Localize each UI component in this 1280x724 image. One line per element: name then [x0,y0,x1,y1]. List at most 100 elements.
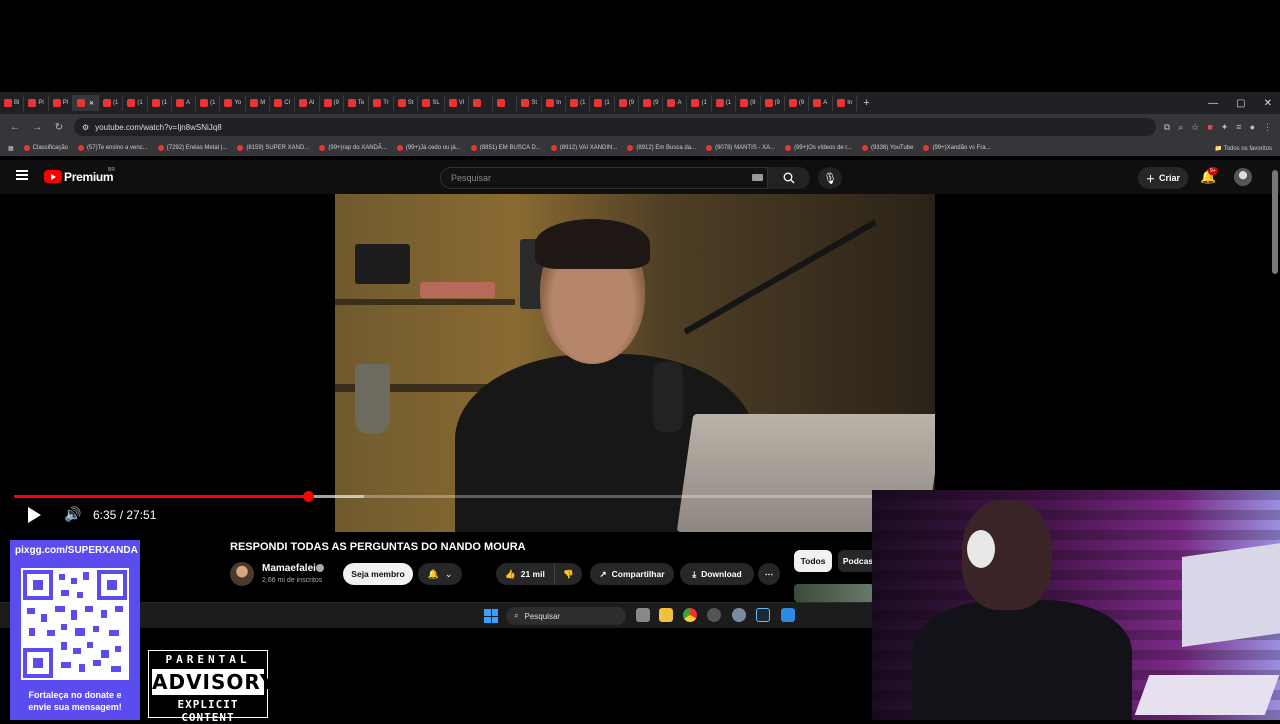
voice-search-button[interactable]: 🎙 [818,167,842,189]
bookmark-item[interactable]: Classificação [23,145,68,151]
join-member-button[interactable]: Seja membro [343,563,413,585]
file-explorer-icon[interactable] [659,608,673,622]
minimize-icon[interactable]: — [1208,98,1218,109]
recommendation-thumbnail[interactable] [794,584,874,602]
volume-icon[interactable]: 🔊 [64,506,81,523]
browser-tab[interactable]: In [833,95,858,111]
profile-icon[interactable]: ● [1250,122,1255,133]
search-button[interactable] [768,167,810,189]
channel-name[interactable]: Mamaefalei [262,563,316,574]
chrome-icon[interactable] [683,608,697,622]
browser-tab[interactable]: In [542,95,567,111]
forward-icon[interactable]: → [30,122,44,133]
photos-icon[interactable] [781,608,795,622]
steam-icon[interactable] [756,608,770,622]
bookmark-item[interactable]: (99+)Já cedo ou já... [396,145,461,151]
browser-tab[interactable]: A [172,95,197,111]
search-input[interactable]: Pesquisar [440,167,768,189]
browser-tab[interactable]: ✕ [73,95,100,111]
taskbar-search[interactable]: ⌕ Pesquisar [506,607,626,625]
browser-tab[interactable]: Pl [24,95,49,111]
browser-tab[interactable]: (9 [761,95,785,111]
browser-tab[interactable]: (9 [736,95,761,111]
browser-tab[interactable]: Te [344,95,370,111]
install-icon[interactable]: ⧉ [1164,122,1170,133]
browser-tab[interactable]: St [517,95,543,111]
browser-tab[interactable]: (1 [99,95,124,111]
progress-scrubber[interactable] [303,491,315,502]
media-icon[interactable]: ≡ [1236,122,1241,133]
bookmark-item[interactable]: (99+)Xandão vs Fra... [923,145,991,151]
bookmark-item[interactable]: (8851) EM BUSCA D... [470,145,541,151]
browser-tab[interactable]: Pl [49,95,74,111]
bookmark-item[interactable]: (99+)Os vídeos de r... [785,145,852,151]
bookmark-item[interactable]: (57)Te ensino a venc... [78,145,148,151]
zoom-icon[interactable]: ⌕ [1178,122,1183,133]
download-button[interactable]: ⤓ Download [680,563,754,585]
reload-icon[interactable]: ↻ [52,122,66,133]
browser-tab[interactable]: A [663,95,688,111]
page-scrollbar[interactable] [1272,170,1278,274]
app-icon[interactable] [707,608,721,622]
bookmark-item[interactable]: (8912) Em Busca da... [627,145,696,151]
windows-start-icon[interactable] [484,609,498,623]
channel-avatar[interactable] [230,562,254,586]
browser-tab[interactable]: (9 [639,95,664,111]
bookmark-item[interactable]: (8159) SUPER XAND... [237,145,309,151]
like-button[interactable]: 👍 21 mil [496,563,554,585]
bookmark-item[interactable]: (99+)rap do XANDÃ... [319,145,387,151]
browser-tab[interactable] [469,95,494,111]
browser-tab[interactable]: AI [295,95,320,111]
browser-tab[interactable]: (1 [196,95,221,111]
browser-tab[interactable]: (1 [590,95,615,111]
browser-tab[interactable]: (1 [687,95,712,111]
account-avatar[interactable] [1234,168,1252,186]
browser-tab[interactable]: St [394,95,419,111]
create-button[interactable]: ＋ Criar [1138,167,1188,189]
dislike-button[interactable]: 👎 [554,563,582,585]
back-icon[interactable]: ← [8,122,22,133]
browser-tab[interactable]: Bl [0,95,25,111]
site-info-icon[interactable]: ⚙ [82,123,89,132]
browser-tab[interactable]: SL [418,95,445,111]
browser-tab[interactable]: (9 [615,95,640,111]
play-icon[interactable] [28,507,41,523]
browser-tab[interactable]: M [246,95,271,111]
bookmark-item[interactable]: (9338) YouTube [861,145,913,151]
bookmark-item[interactable]: (7292) Enéas Metal |... [157,145,227,151]
extension-red-icon[interactable]: ■ [1207,122,1212,133]
browser-tab[interactable]: (1 [712,95,737,111]
browser-tab[interactable]: (1 [123,95,148,111]
bookmark-item[interactable]: (8912) VAI XANDIN... [550,145,617,151]
all-bookmarks-folder[interactable]: 📁 Todos os favoritos [1215,145,1272,152]
maximize-icon[interactable]: ▢ [1236,98,1245,109]
share-button[interactable]: ↗ Compartilhar [590,563,674,585]
extensions-icon[interactable]: ✦ [1221,122,1229,133]
browser-tab[interactable]: (9 [785,95,810,111]
bookmark-star-icon[interactable]: ☆ [1191,122,1199,133]
apps-icon[interactable]: ▦ [8,145,14,152]
browser-tab[interactable]: Tr [369,95,394,111]
youtube-logo-text[interactable]: Premium [64,170,114,184]
browser-tab[interactable]: Cl [270,95,295,111]
browser-menu-icon[interactable]: ⋮ [1263,122,1272,133]
task-view-icon[interactable] [636,608,650,622]
youtube-logo-icon[interactable] [44,170,62,183]
browser-tab[interactable] [493,95,518,111]
keyboard-icon[interactable] [752,174,763,181]
bookmark-item[interactable]: (9078) MANTIS - XA... [706,145,775,151]
new-tab-icon[interactable]: + [857,97,875,109]
browser-tab[interactable]: A [809,95,834,111]
menu-icon[interactable] [16,170,28,180]
browser-tab[interactable]: (1 [566,95,591,111]
subscribe-bell-button[interactable]: 🔔 ⌄ [418,563,462,585]
browser-tab[interactable]: VI [445,95,470,111]
browser-tab[interactable]: (9 [320,95,344,111]
more-actions-button[interactable]: ⋯ [758,563,780,585]
close-tab-icon[interactable]: ✕ [89,100,94,107]
browser-tab[interactable]: Yo [220,95,247,111]
video-frame[interactable] [335,194,935,532]
chip-all[interactable]: Todos [794,550,832,572]
browser-tab[interactable]: (1 [148,95,173,111]
url-bar[interactable]: ⚙ youtube.com/watch?v=Ijn8wSNiJq8 [74,118,1156,136]
